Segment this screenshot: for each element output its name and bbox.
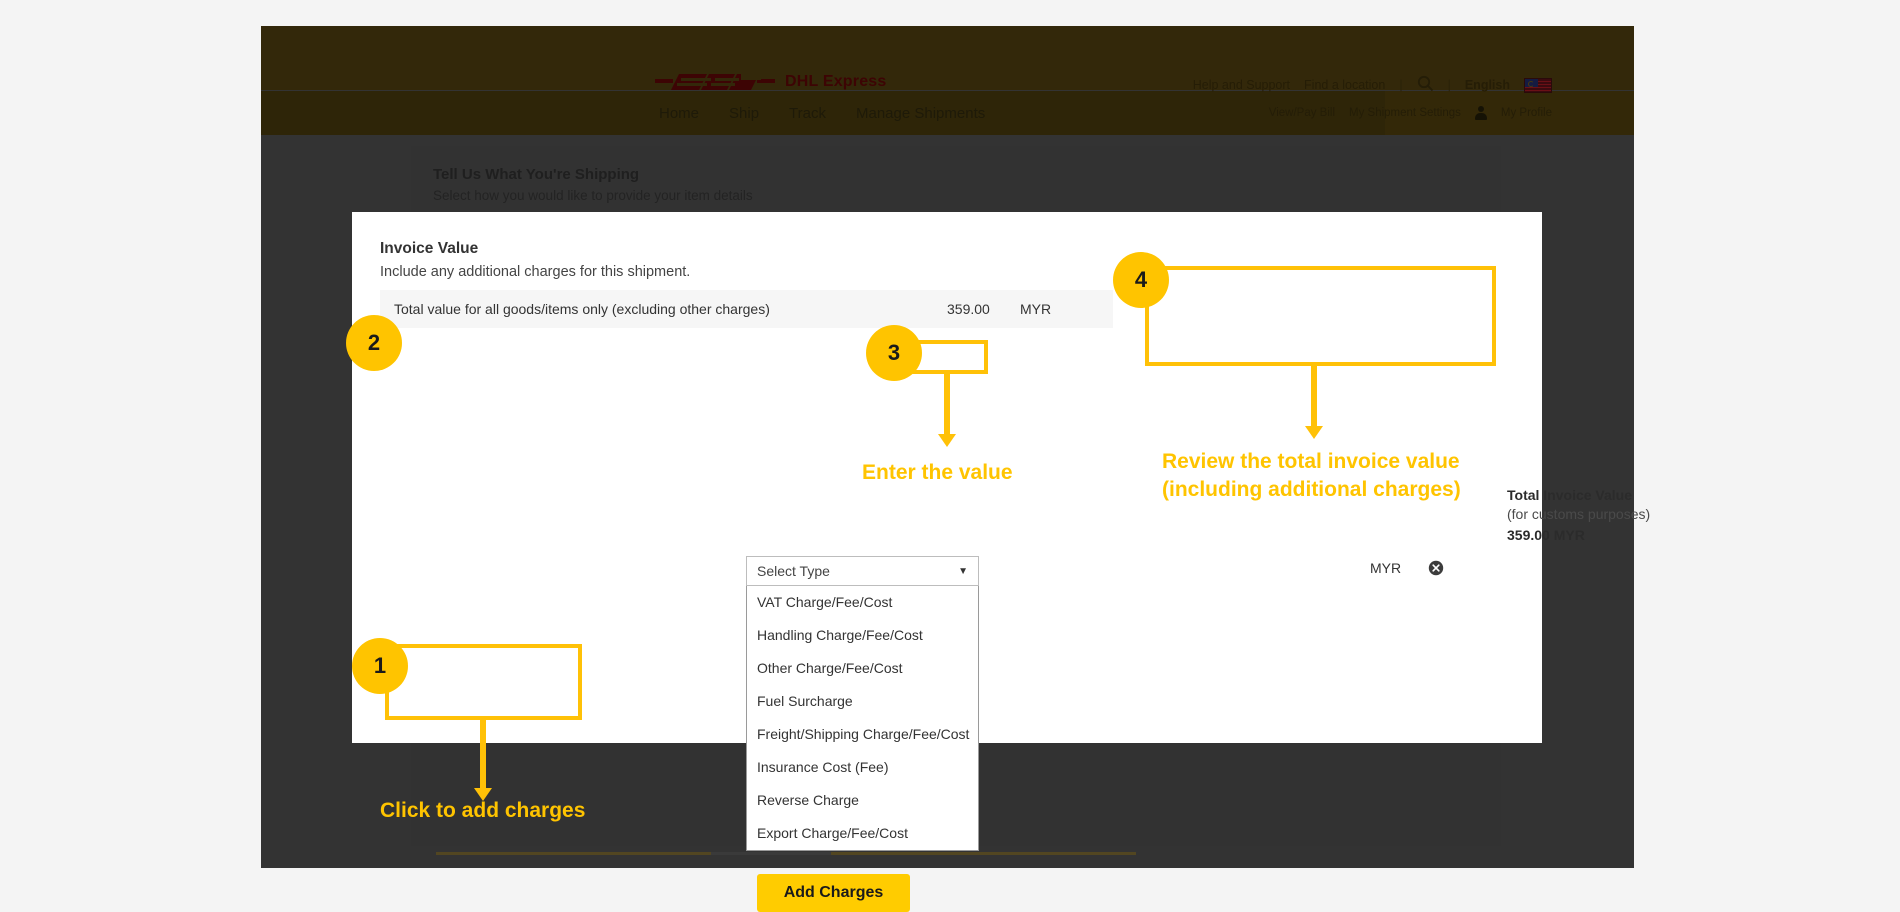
modal-title: Invoice Value: [380, 240, 478, 258]
language-selector[interactable]: English: [1465, 78, 1510, 92]
dropdown-option-export[interactable]: Export Charge/Fee/Cost: [747, 817, 978, 850]
callout-arrow-3: [938, 434, 956, 447]
total-invoice-value-title: Total Invoice Value: [1507, 487, 1807, 503]
callout-label-4-line1: Review the total invoice value: [1162, 448, 1461, 476]
charge-type-select-value: Select Type: [757, 563, 830, 579]
callout-arrow-4: [1305, 426, 1323, 439]
find-a-location-link[interactable]: Find a location: [1304, 78, 1385, 92]
nav-item-home[interactable]: Home: [659, 105, 699, 122]
add-charges-button[interactable]: Add Charges: [757, 874, 910, 912]
callout-line-4: [1311, 366, 1317, 428]
divider: |: [1399, 78, 1402, 92]
main-navigation: Home Ship Track Manage Shipments: [261, 91, 985, 135]
charge-value-currency: MYR: [1370, 560, 1401, 576]
goods-value-label: Total value for all goods/items only (ex…: [394, 301, 770, 317]
background-page-subtitle: Select how you would like to provide you…: [433, 188, 753, 203]
dropdown-option-vat[interactable]: VAT Charge/Fee/Cost: [747, 586, 978, 619]
goods-value-amount: 359.00: [947, 301, 990, 317]
callout-label-3: Enter the value: [862, 459, 1013, 487]
callout-bubble-4: 4: [1113, 252, 1169, 308]
nav-item-ship[interactable]: Ship: [729, 105, 759, 122]
dropdown-option-freight-shipping[interactable]: Freight/Shipping Charge/Fee/Cost: [747, 718, 978, 751]
person-icon: [1475, 106, 1487, 120]
dhl-express-wordmark: DHL Express: [785, 73, 887, 91]
callout-label-4-line2: (including additional charges): [1162, 476, 1461, 504]
charge-type-select[interactable]: Select Type ▼: [746, 556, 979, 586]
callout-line-3: [944, 374, 950, 436]
nav-item-my-profile[interactable]: My Profile: [1501, 107, 1552, 119]
divider-2: |: [1448, 78, 1451, 92]
dropdown-option-handling[interactable]: Handling Charge/Fee/Cost: [747, 619, 978, 652]
goods-value-row: Total value for all goods/items only (ex…: [380, 290, 1113, 328]
callout-label-1: Click to add charges: [380, 797, 585, 825]
dropdown-option-other[interactable]: Other Charge/Fee/Cost: [747, 652, 978, 685]
background-page-title: Tell Us What You're Shipping: [433, 166, 639, 183]
modal-subtitle: Include any additional charges for this …: [380, 264, 690, 280]
nav-item-my-shipment-settings[interactable]: My Shipment Settings: [1349, 107, 1461, 119]
dropdown-option-fuel-surcharge[interactable]: Fuel Surcharge: [747, 685, 978, 718]
callout-bubble-3: 3: [866, 325, 922, 381]
delete-circle-icon[interactable]: [1428, 560, 1444, 576]
total-invoice-value-amount: 359.00 MYR: [1507, 527, 1807, 543]
nav-item-track[interactable]: Track: [789, 105, 826, 122]
dropdown-option-reverse-charge[interactable]: Reverse Charge: [747, 784, 978, 817]
callout-line-1: [480, 720, 486, 790]
callout-box-4: [1145, 266, 1496, 366]
goods-value-currency: MYR: [1020, 301, 1051, 317]
dropdown-option-insurance[interactable]: Insurance Cost (Fee): [747, 751, 978, 784]
callout-bubble-2: 2: [346, 315, 402, 371]
chevron-down-icon: ▼: [958, 566, 968, 577]
nav-item-manage-shipments[interactable]: Manage Shipments: [856, 105, 985, 122]
charge-value-input[interactable]: [1252, 553, 1336, 583]
background-footer-strip-2: [711, 852, 831, 855]
charge-type-dropdown-list[interactable]: VAT Charge/Fee/Cost Handling Charge/Fee/…: [746, 586, 979, 851]
callout-box-1: [385, 644, 582, 720]
total-invoice-value-note: (for customs purposes): [1507, 506, 1807, 522]
callout-label-4: Review the total invoice value (includin…: [1162, 448, 1461, 503]
nav-item-view-pay-bill[interactable]: View/Pay Bill: [1269, 107, 1335, 119]
help-and-support-link[interactable]: Help and Support: [1193, 78, 1290, 92]
total-invoice-value-block: Total Invoice Value (for customs purpose…: [1507, 487, 1807, 543]
callout-bubble-1: 1: [352, 638, 408, 694]
account-navigation: View/Pay Bill My Shipment Settings My Pr…: [1269, 91, 1552, 135]
dhl-logo-icon: [655, 71, 775, 93]
